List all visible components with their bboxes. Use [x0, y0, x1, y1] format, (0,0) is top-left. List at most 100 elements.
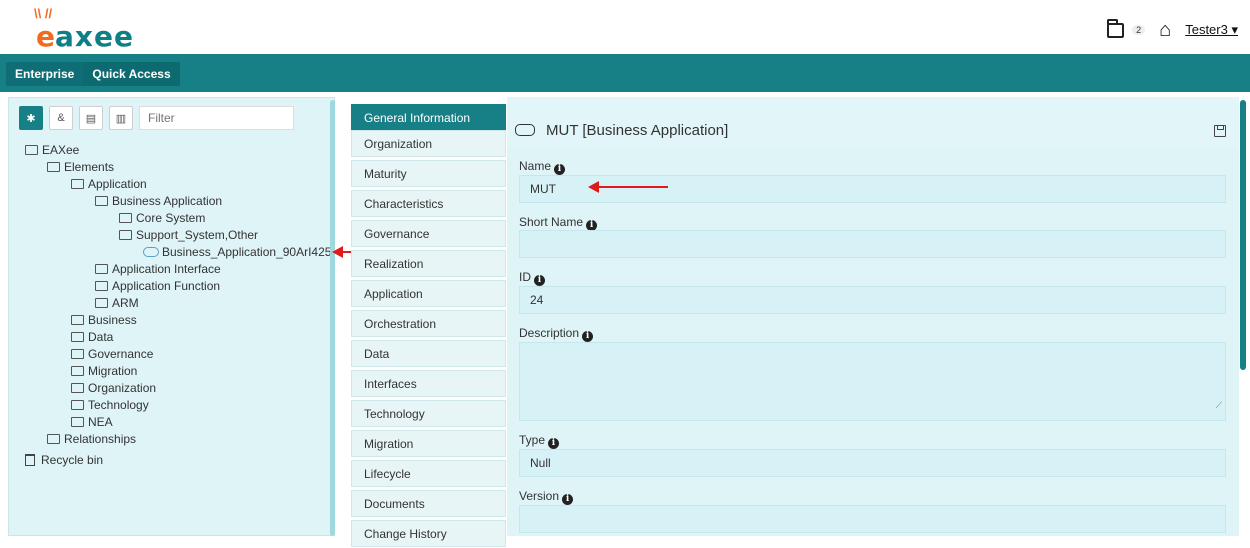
- id-field[interactable]: 24: [519, 286, 1226, 314]
- tab-technology[interactable]: Technology: [351, 400, 506, 427]
- tree-node-organization[interactable]: Organization: [71, 380, 331, 397]
- tree-node-business[interactable]: Business: [71, 312, 331, 329]
- folder-icon: [71, 314, 84, 325]
- tab-characteristics[interactable]: Characteristics: [351, 190, 506, 217]
- tree-node-application-function[interactable]: Application Function: [95, 278, 331, 295]
- description-label: Description i: [519, 326, 594, 342]
- resize-handle-icon[interactable]: ⟋: [1216, 392, 1222, 418]
- tree-node-migration[interactable]: Migration: [71, 363, 331, 380]
- info-icon[interactable]: i: [582, 331, 594, 342]
- tree-panel: ✱ & ▤ ▥ EAXee Elements Application Busin…: [8, 97, 335, 536]
- tree-node-recycle-bin[interactable]: Recycle bin: [25, 452, 331, 469]
- tree-node-label: Core System: [136, 211, 206, 225]
- tab-data[interactable]: Data: [351, 340, 506, 367]
- short-name-field[interactable]: [519, 230, 1226, 258]
- report-icon[interactable]: ▥: [109, 106, 133, 130]
- tree-node-arm[interactable]: ARM: [95, 295, 331, 312]
- save-icon[interactable]: [1214, 125, 1226, 137]
- tree-node-label: Organization: [88, 381, 157, 395]
- tree-node-application-interface[interactable]: Application Interface: [95, 261, 331, 278]
- tab-change-history[interactable]: Change History: [351, 520, 506, 547]
- home-icon[interactable]: ⌂: [1159, 20, 1171, 40]
- description-field[interactable]: ⟋: [519, 342, 1226, 421]
- tab-interfaces[interactable]: Interfaces: [351, 370, 506, 397]
- tree-node-elements[interactable]: Elements: [47, 159, 331, 176]
- short-name-label: Short Name i: [519, 215, 598, 231]
- info-icon[interactable]: i: [534, 275, 545, 286]
- folder-icon: [71, 416, 84, 427]
- tree-node-eaxee[interactable]: EAXee: [25, 142, 331, 159]
- name-field[interactable]: MUT: [519, 175, 1226, 203]
- tab-general-information[interactable]: General Information: [351, 104, 506, 130]
- tree-node-relationships[interactable]: Relationships: [47, 431, 331, 448]
- info-icon[interactable]: i: [548, 438, 560, 449]
- info-icon[interactable]: i: [562, 494, 574, 505]
- folder-icon: [71, 399, 84, 410]
- tree-node-business-application-item[interactable]: Business_Application_90ArI425: [143, 244, 331, 261]
- tree-node-label: Elements: [64, 160, 115, 174]
- folder-icon: [95, 297, 108, 308]
- form-title-text: MUT [Business Application]: [546, 122, 729, 139]
- main-nav: Enterprise Quick Access: [0, 54, 1250, 92]
- tree-node-label: Data: [88, 330, 114, 344]
- folder-icon: [71, 331, 84, 342]
- tab-orchestration[interactable]: Orchestration: [351, 310, 506, 337]
- eaxee-logo[interactable]: \\ // e axee: [18, 4, 158, 53]
- tree-node-data[interactable]: Data: [71, 329, 331, 346]
- notification-icon[interactable]: [1107, 18, 1125, 38]
- tree-node-governance[interactable]: Governance: [71, 346, 331, 363]
- tree-node-label: Migration: [88, 364, 138, 378]
- user-menu[interactable]: Tester3 ▾: [1185, 22, 1238, 38]
- tab-application[interactable]: Application: [351, 280, 506, 307]
- tab-organization[interactable]: Organization: [351, 130, 506, 157]
- folder-icon: [71, 382, 84, 393]
- name-label: Name i: [519, 159, 566, 175]
- document-icon[interactable]: ▤: [79, 106, 103, 130]
- tree-node-technology[interactable]: Technology: [71, 397, 331, 414]
- tab-documents[interactable]: Documents: [351, 490, 506, 517]
- tree-node-business-application[interactable]: Business Application: [95, 193, 331, 210]
- tree-node-label: NEA: [88, 415, 113, 429]
- logo-e-letter: e: [36, 20, 55, 53]
- tree-node-label: EAXee: [42, 143, 80, 157]
- tree-node-application[interactable]: Application: [71, 176, 331, 193]
- nav-tab-enterprise[interactable]: Enterprise: [6, 62, 84, 86]
- nav-tab-quick-access[interactable]: Quick Access: [83, 62, 180, 86]
- folder-icon: [47, 161, 60, 172]
- tree-node-core-system[interactable]: Core System: [119, 210, 331, 227]
- field-label-text: Version: [519, 489, 560, 503]
- field-label-text: ID: [519, 270, 531, 284]
- tree-scrollbar[interactable]: [330, 100, 335, 536]
- tab-lifecycle[interactable]: Lifecycle: [351, 460, 506, 487]
- tree-filter-input[interactable]: [139, 106, 294, 130]
- tree-node-label: Application Function: [112, 279, 221, 293]
- tab-governance[interactable]: Governance: [351, 220, 506, 247]
- relationship-icon[interactable]: &: [49, 106, 73, 130]
- folder-icon: [95, 280, 108, 291]
- form-scrollbar[interactable]: [1240, 100, 1246, 370]
- folder-icon: [25, 144, 38, 155]
- notification-count: 2: [1132, 25, 1146, 35]
- type-label: Type i: [519, 433, 560, 449]
- id-label: ID i: [519, 270, 545, 286]
- tree-node-label: ARM: [112, 296, 139, 310]
- folder-icon: [71, 178, 84, 189]
- folder-icon: [119, 212, 132, 223]
- field-label-text: Short Name: [519, 215, 584, 229]
- tree-node-support-system[interactable]: Support_System,Other: [119, 227, 331, 244]
- folder-icon: [71, 348, 84, 359]
- info-icon[interactable]: i: [554, 164, 566, 175]
- tab-migration[interactable]: Migration: [351, 430, 506, 457]
- detail-tabs: General Information Organization Maturit…: [351, 104, 506, 547]
- tree-node-nea[interactable]: NEA: [71, 414, 331, 431]
- logo-rays-icon: \\ //: [34, 6, 53, 21]
- tree-node-label: Application Interface: [112, 262, 221, 276]
- folder-icon: [47, 433, 60, 444]
- tab-realization[interactable]: Realization: [351, 250, 506, 277]
- version-field[interactable]: [519, 505, 1226, 533]
- gear-icon[interactable]: ✱: [19, 106, 43, 130]
- tab-maturity[interactable]: Maturity: [351, 160, 506, 187]
- application-icon: [515, 123, 535, 136]
- application-icon: [143, 246, 159, 257]
- type-field[interactable]: Null: [519, 449, 1226, 477]
